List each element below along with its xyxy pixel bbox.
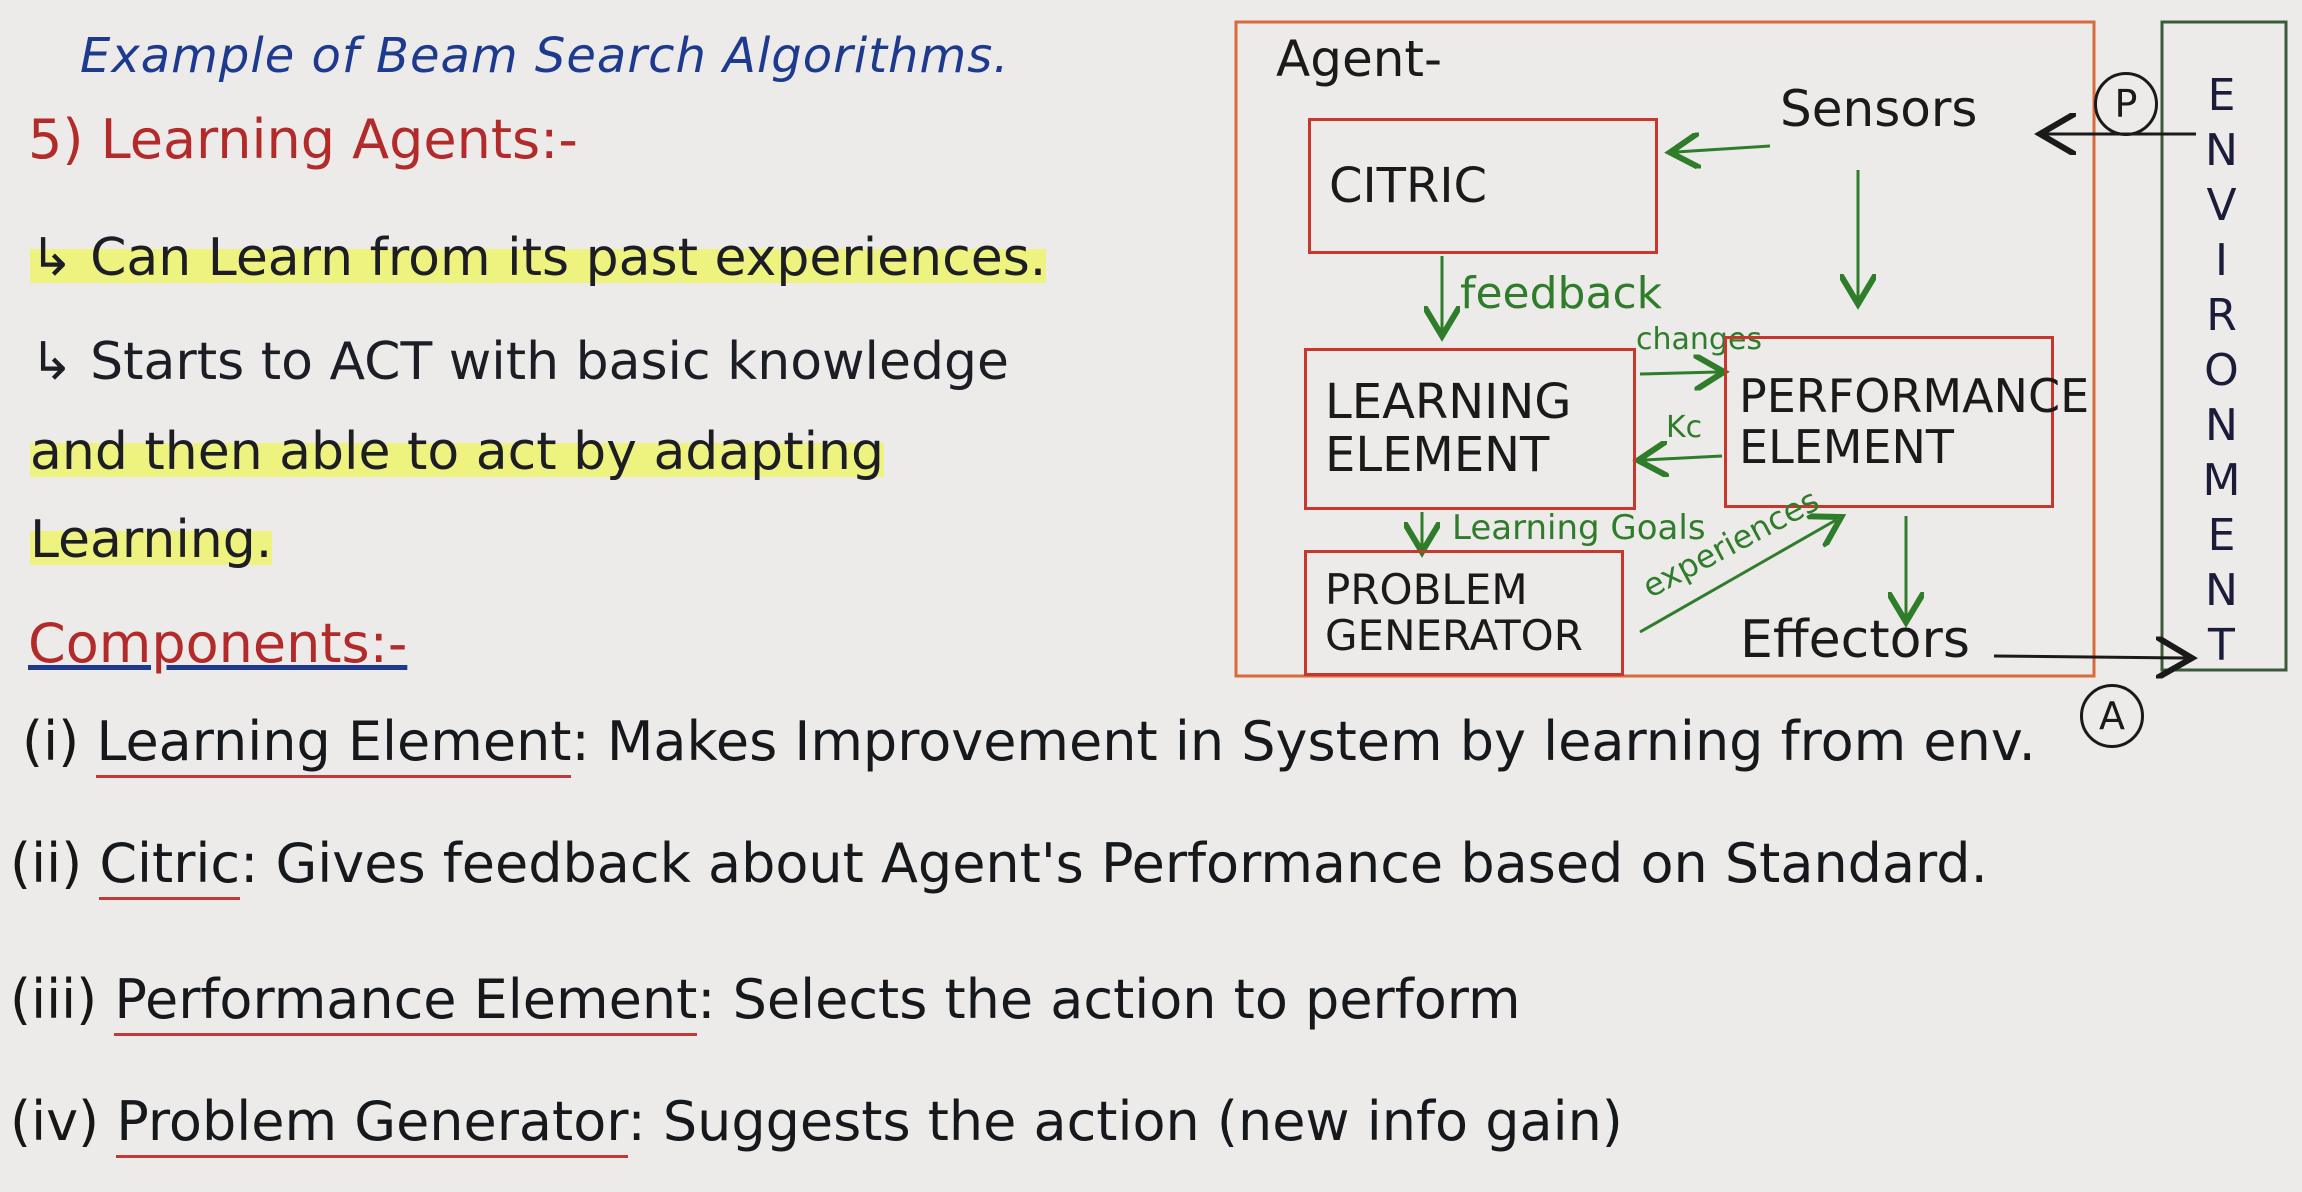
knowledge-label: Kc: [1666, 410, 1703, 445]
performance-element-line2: ELEMENT: [1739, 420, 1955, 474]
environment-label: ENVIRONMENT: [2196, 70, 2247, 675]
sensors-label: Sensors: [1780, 80, 1978, 138]
learning-element-line1: LEARNING: [1325, 374, 1572, 431]
diagram-lines: [1234, 20, 2288, 1192]
a-marker: A: [2080, 684, 2144, 748]
learning-to-performance-arrow: [1639, 372, 1718, 374]
performance-element-line1: PERFORMANCE: [1739, 369, 2090, 424]
learning-element-box: LEARNING ELEMENT: [1304, 348, 1636, 510]
problem-generator-line1: PROBLEM: [1325, 564, 1528, 614]
performance-to-learning-arrow: [1644, 456, 1723, 460]
learning-goals-label: Learning Goals: [1452, 508, 1706, 548]
problem-generator-line2: GENERATOR: [1325, 611, 1583, 660]
learning-element-line2: ELEMENT: [1325, 427, 1550, 483]
p-marker: P: [2094, 72, 2158, 136]
sensors-to-critic-arrow: [1676, 146, 1771, 152]
effectors-label: Effectors: [1740, 610, 1970, 670]
agent-label: Agent-: [1276, 30, 1443, 88]
critic-label: CITRIC: [1329, 157, 1488, 214]
effectors-to-environment-arrow: [1993, 656, 2186, 658]
feedback-label: feedback: [1460, 268, 1663, 319]
problem-generator-box: PROBLEM GENERATOR: [1304, 550, 1624, 676]
performance-element-box: PERFORMANCE ELEMENT: [1724, 336, 2089, 508]
critic-box: CITRIC: [1308, 118, 1658, 254]
